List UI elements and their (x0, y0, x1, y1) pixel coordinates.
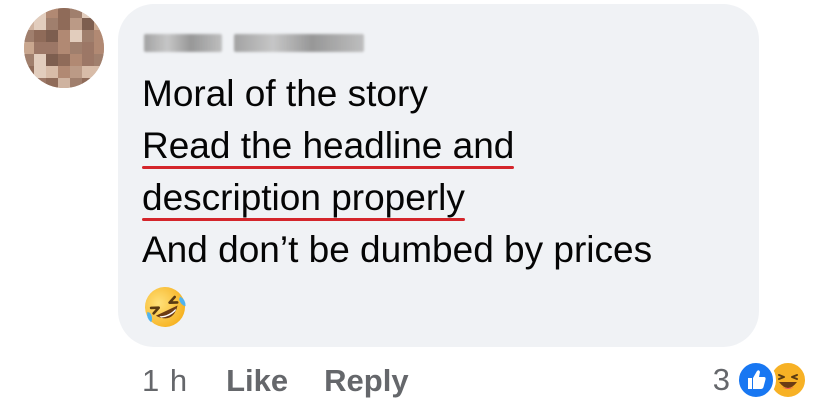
avatar-pixel (82, 18, 94, 30)
avatar-pixel (94, 18, 104, 30)
avatar-pixel (34, 8, 46, 18)
avatar-pixel (94, 78, 104, 88)
avatar-pixel (34, 18, 46, 30)
avatar-pixel (70, 8, 82, 18)
comment-line-text: Read the headline and (142, 120, 515, 172)
avatar-pixel (94, 8, 104, 18)
avatar-pixel (70, 42, 82, 54)
comment-line-underlined: Read the headline and (142, 120, 752, 172)
reply-button[interactable]: Reply (324, 363, 408, 399)
avatar-pixel (70, 30, 82, 42)
avatar-pixel (46, 54, 58, 66)
avatar-pixel (34, 42, 46, 54)
avatar-pixel (46, 30, 58, 42)
avatar-pixel (46, 18, 58, 30)
author-first-name-blurred (144, 34, 222, 52)
avatar-pixel (58, 78, 70, 88)
avatar-pixel (58, 18, 70, 30)
avatar-pixel (82, 30, 94, 42)
avatar-pixel (70, 66, 82, 78)
avatar-pixel (70, 18, 82, 30)
avatar-pixel (34, 54, 46, 66)
avatar-pixel (24, 54, 34, 66)
reactions-summary[interactable]: 3 (713, 358, 808, 402)
comment-line-text: Moral of the story (142, 73, 428, 114)
comment-timestamp[interactable]: 1 h (142, 363, 188, 399)
avatar-pixel (24, 42, 34, 54)
avatar-pixel (34, 78, 46, 88)
reaction-count: 3 (712, 362, 730, 397)
avatar-pixel (34, 66, 46, 78)
avatar-pixel (94, 54, 104, 66)
comment-line-underlined: description properly (142, 172, 752, 224)
avatar-pixel (94, 30, 104, 42)
like-button[interactable]: Like (226, 363, 288, 399)
like-reaction-icon (736, 360, 776, 400)
avatar-pixel (82, 66, 94, 78)
avatar-pixel (94, 66, 104, 78)
comment-line: Moral of the story (142, 68, 752, 120)
avatar-pixel (46, 42, 58, 54)
avatar-pixel (70, 54, 82, 66)
avatar-pixel (24, 78, 34, 88)
avatar-pixel (24, 18, 34, 30)
avatar-pixel (58, 54, 70, 66)
avatar-pixel (82, 42, 94, 54)
avatar-pixel (94, 42, 104, 54)
avatar-pixel (46, 78, 58, 88)
avatar-pixel (58, 66, 70, 78)
avatar[interactable] (24, 8, 104, 88)
avatar-pixel (58, 30, 70, 42)
avatar-pixel (24, 66, 34, 78)
rolling-laughing-emoji-icon (145, 287, 186, 327)
comment-actions: 1 h Like Reply (142, 360, 445, 402)
avatar-pixel (34, 30, 46, 42)
avatar-pixel (82, 78, 94, 88)
avatar-pixel (82, 8, 94, 18)
comment-line-text: description properly (142, 172, 465, 224)
avatar-pixel (70, 78, 82, 88)
comment-line: And don’t be dumbed by prices (142, 224, 752, 276)
avatar-pixel (58, 42, 70, 54)
avatar-pixel (46, 8, 58, 18)
comment-line-text: And don’t be dumbed by prices (142, 229, 653, 270)
avatar-pixel (82, 54, 94, 66)
comment-text: Moral of the story Read the headline and… (142, 68, 752, 276)
avatar-pixel (24, 30, 34, 42)
avatar-pixel (46, 66, 58, 78)
comment-author-name[interactable] (144, 28, 364, 58)
avatar-pixel (58, 8, 70, 18)
author-last-name-blurred (234, 34, 364, 52)
avatar-pixel (24, 8, 34, 18)
